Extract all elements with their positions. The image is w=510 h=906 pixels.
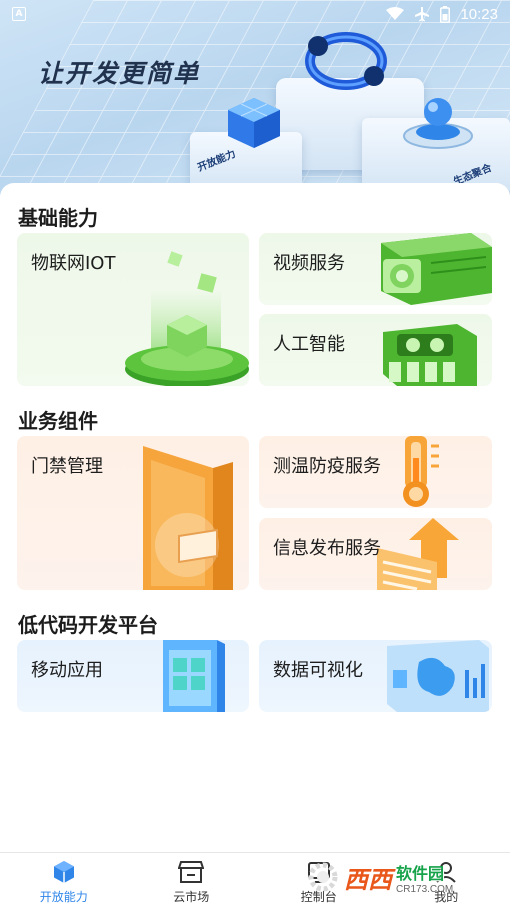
cube-icon	[52, 860, 76, 884]
nav-label-cloud-market: 云市场	[173, 890, 210, 904]
card-temperature[interactable]: 测温防疫服务	[259, 436, 492, 508]
card-iot[interactable]: 物联网IOT	[17, 233, 249, 386]
gear-watermark-icon	[308, 862, 338, 892]
status-bar: A 10:23	[0, 0, 510, 28]
section-title-lowcode: 低代码开发平台	[18, 613, 158, 637]
card-label-temperature: 测温防疫服务	[273, 456, 381, 477]
video-server-illustration	[381, 233, 492, 305]
card-info-publish[interactable]: 信息发布服务	[259, 518, 492, 590]
card-label-video: 视频服务	[273, 253, 345, 274]
banner-title: 让开发更简单	[38, 59, 201, 88]
watermark-logo: 西西 软件园 CR173.COM	[306, 856, 492, 898]
data-visualization-illustration	[387, 640, 489, 712]
hero-banner[interactable]: 让开发更简单 开放能力 生态聚合	[0, 0, 510, 200]
card-label-ai: 人工智能	[273, 334, 345, 355]
card-label-mobile-app: 移动应用	[31, 660, 103, 681]
watermark-url: CR173.COM	[396, 883, 454, 895]
airplane-mode-icon	[414, 6, 430, 22]
ai-robot-illustration	[383, 324, 477, 386]
card-video[interactable]: 视频服务	[259, 233, 492, 305]
cube-cluster-icon	[228, 98, 280, 148]
door-illustration	[143, 446, 233, 590]
content-panel: 基础能力 物联网IOT 视频服务 人工智能 业务组件 门禁管理 测温防疫服务 信…	[0, 183, 510, 853]
store-icon	[178, 860, 205, 884]
card-label-iot: 物联网IOT	[31, 253, 116, 274]
iot-platform-illustration	[125, 251, 249, 386]
card-label-access-control: 门禁管理	[31, 456, 103, 477]
ring-logo-icon	[305, 32, 387, 90]
nav-tab-cloud-market[interactable]: 云市场	[128, 853, 256, 906]
card-access-control[interactable]: 门禁管理	[17, 436, 249, 590]
section-title-business: 业务组件	[18, 409, 98, 433]
mobile-app-illustration	[163, 640, 225, 712]
card-ai[interactable]: 人工智能	[259, 314, 492, 386]
watermark-logo-text: 西西	[344, 865, 392, 894]
app-notification-icon: A	[12, 7, 26, 21]
card-mobile-app[interactable]: 移动应用	[17, 640, 249, 712]
battery-icon	[440, 5, 451, 23]
watermark-title: 软件园	[396, 863, 445, 883]
orb-device-icon	[403, 98, 473, 149]
status-time: 10:23	[460, 5, 498, 23]
wifi-icon	[386, 7, 405, 21]
nav-label-open-ability: 开放能力	[39, 890, 88, 904]
info-publish-illustration	[377, 518, 459, 590]
card-label-info-publish: 信息发布服务	[273, 538, 381, 559]
card-data-visualization[interactable]: 数据可视化	[259, 640, 492, 712]
section-title-basic: 基础能力	[18, 206, 98, 230]
thermometer-illustration	[403, 436, 439, 507]
card-label-data-visualization: 数据可视化	[273, 660, 363, 681]
nav-tab-open-ability[interactable]: 开放能力	[0, 853, 128, 906]
